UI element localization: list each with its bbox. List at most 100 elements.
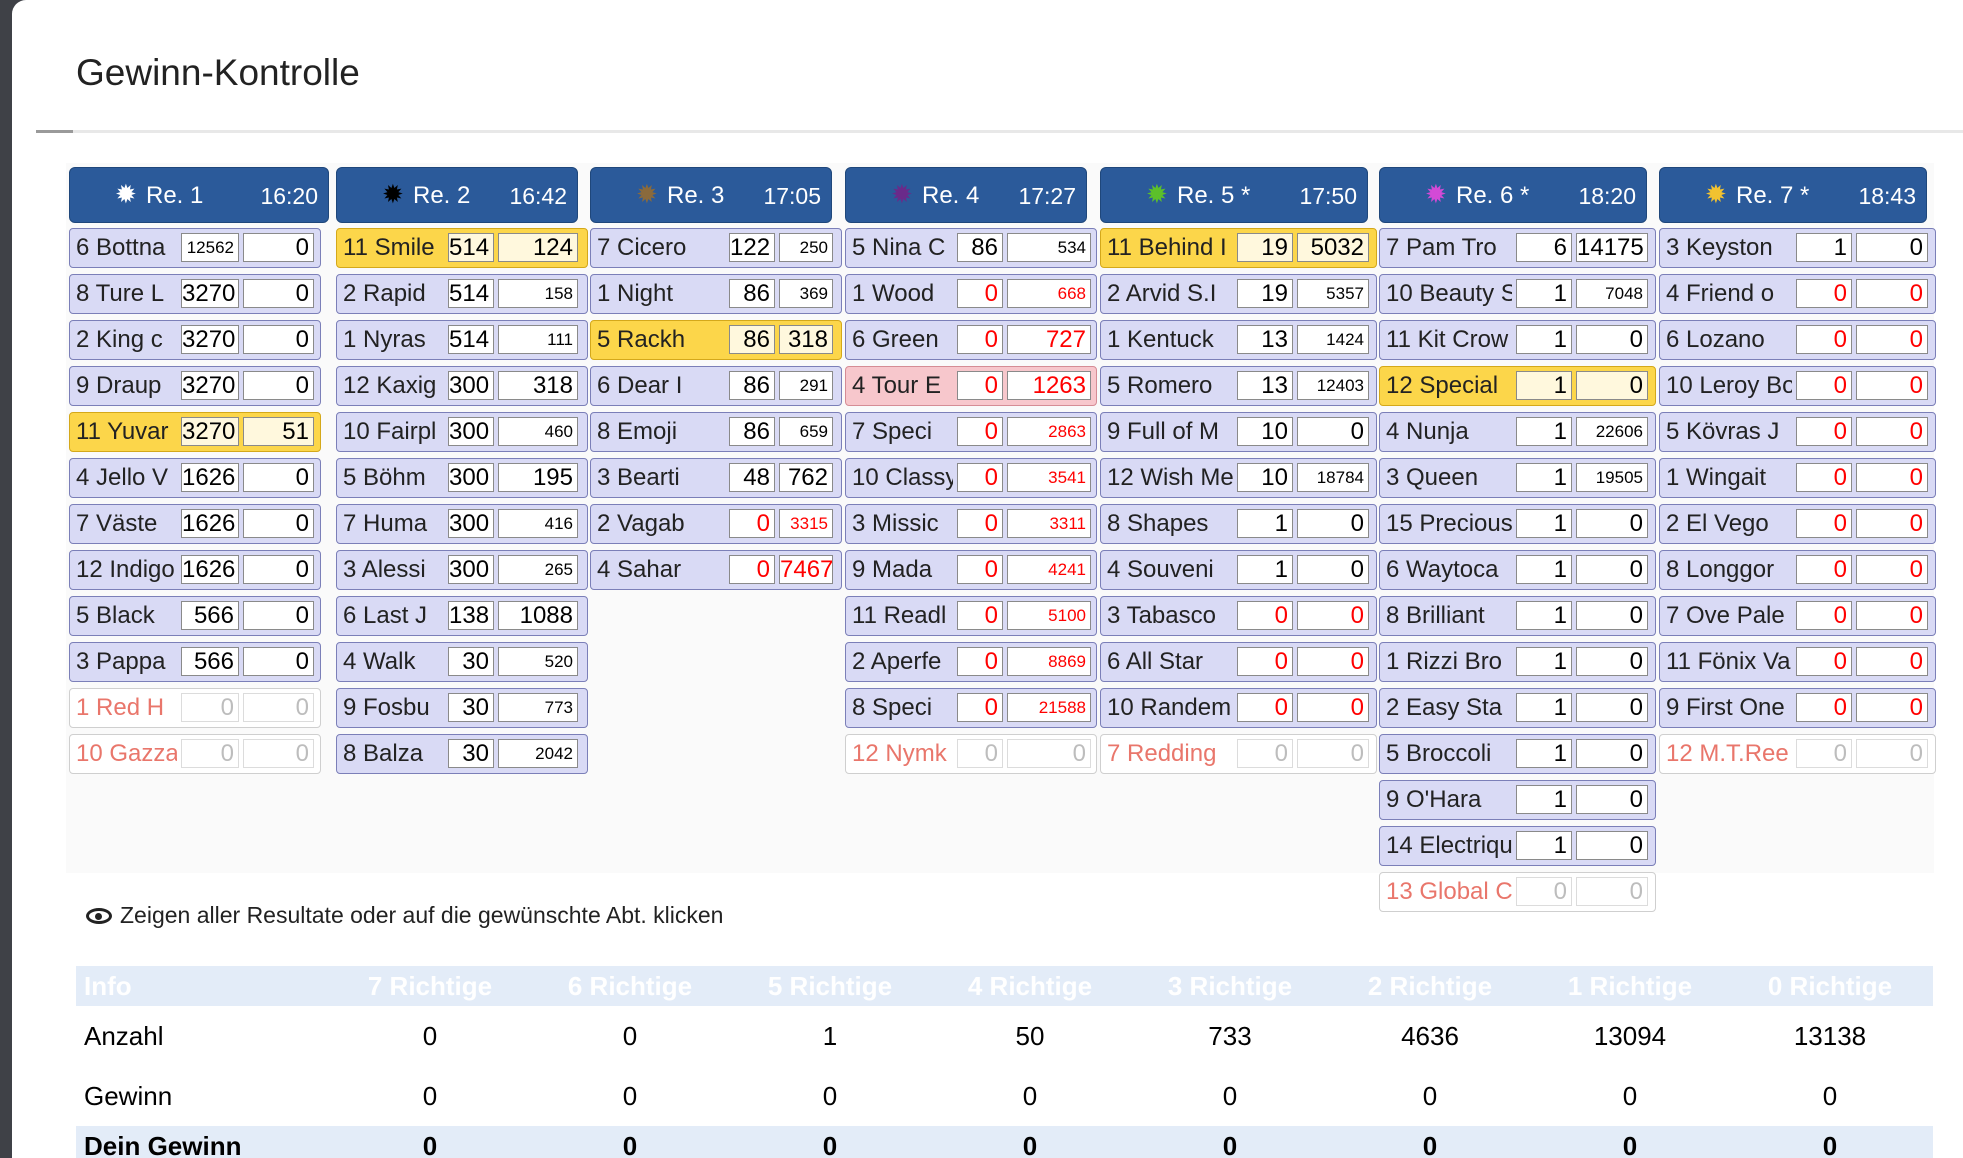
- horse-row[interactable]: 10 Fairpl 300 460: [336, 412, 588, 452]
- horse-row[interactable]: 3 Missic 0 3311: [845, 504, 1097, 544]
- race-header-7[interactable]: ✹ Re. 7 * 18:43: [1659, 167, 1927, 223]
- race-header-1[interactable]: ✹ Re. 1 16:20: [69, 167, 329, 223]
- horse-value-1: 0: [957, 371, 1003, 400]
- horse-row[interactable]: 5 Nina C 86 534: [845, 228, 1097, 268]
- horse-row[interactable]: 10 Leroy Bo 0 0: [1659, 366, 1936, 406]
- horse-row[interactable]: 1 Wingait 0 0: [1659, 458, 1936, 498]
- horse-row[interactable]: 12 Special 1 0: [1379, 366, 1656, 406]
- horse-value-2: 0: [1576, 509, 1648, 538]
- race-header-6[interactable]: ✹ Re. 6 * 18:20: [1379, 167, 1647, 223]
- horse-row[interactable]: 4 Sahar 0 7467: [590, 550, 842, 590]
- horse-row[interactable]: 1 Nyras 514 111: [336, 320, 588, 360]
- horse-name: 4 Sahar: [597, 556, 682, 583]
- horse-row[interactable]: 4 Souveni 1 0: [1100, 550, 1377, 590]
- horse-row[interactable]: 5 Broccoli 1 0: [1379, 734, 1656, 774]
- horse-row[interactable]: 4 Walk 30 520: [336, 642, 588, 682]
- horse-row[interactable]: 10 Gazza 0 0: [69, 734, 321, 774]
- horse-value-1: 1: [1516, 509, 1572, 538]
- horse-row[interactable]: 10 Randem 0 0: [1100, 688, 1377, 728]
- horse-row[interactable]: 2 Rapid 514 158: [336, 274, 588, 314]
- horse-row[interactable]: 6 Bottna 12562 0: [69, 228, 321, 268]
- horse-row[interactable]: 8 Brilliant 1 0: [1379, 596, 1656, 636]
- horse-row[interactable]: 3 Alessi 300 265: [336, 550, 588, 590]
- horse-row[interactable]: 6 Dear I 86 291: [590, 366, 842, 406]
- horse-row[interactable]: 9 First One 0 0: [1659, 688, 1936, 728]
- horse-row[interactable]: 1 Night 86 369: [590, 274, 842, 314]
- race-header-4[interactable]: ✹ Re. 4 17:27: [845, 167, 1087, 223]
- horse-row[interactable]: 4 Jello V 1626 0: [69, 458, 321, 498]
- horse-row[interactable]: 5 Kövras J 00: [1659, 412, 1936, 452]
- horse-row[interactable]: 8 Speci 0 21588: [845, 688, 1097, 728]
- race-name: Re. 7 *: [1736, 182, 1810, 209]
- horse-row[interactable]: 6 Last J 138 1088: [336, 596, 588, 636]
- horse-row[interactable]: 7 Huma 300 416: [336, 504, 588, 544]
- horse-row[interactable]: 1 Rizzi Bro 1 0: [1379, 642, 1656, 682]
- horse-row[interactable]: 12 Wish Me 10 18784: [1100, 458, 1377, 498]
- horse-row[interactable]: 9 Fosbu 30 773: [336, 688, 588, 728]
- horse-row[interactable]: 1 Wood 0 668: [845, 274, 1097, 314]
- horse-row[interactable]: 2 Easy Sta 1 0: [1379, 688, 1656, 728]
- show-all-results-link[interactable]: Zeigen aller Resultate oder auf die gewü…: [86, 902, 723, 929]
- horse-row[interactable]: 8 Shapes 1 0: [1100, 504, 1377, 544]
- horse-name: 6 All Star: [1107, 648, 1204, 675]
- horse-row[interactable]: 6 Green 0 727: [845, 320, 1097, 360]
- horse-row[interactable]: 12 Nymk 0 0: [845, 734, 1097, 774]
- horse-row[interactable]: 8 Longgor 0 0: [1659, 550, 1936, 590]
- race-header-5[interactable]: ✹ Re. 5 * 17:50: [1100, 167, 1368, 223]
- horse-row[interactable]: 5 Black 566 0: [69, 596, 321, 636]
- horse-row[interactable]: 12 M.T.Ree 0 0: [1659, 734, 1936, 774]
- horse-value-1: 1: [1516, 831, 1572, 860]
- horse-row[interactable]: 9 Full of M 10 0: [1100, 412, 1377, 452]
- horse-row[interactable]: 11 Kit Crow 1 0: [1379, 320, 1656, 360]
- horse-row[interactable]: 7 Speci 0 2863: [845, 412, 1097, 452]
- horse-row[interactable]: 9 Draup 3270 0: [69, 366, 321, 406]
- horse-row[interactable]: 6 All Star 0 0: [1100, 642, 1377, 682]
- horse-row[interactable]: 7 Redding 0 0: [1100, 734, 1377, 774]
- horse-row[interactable]: 4 Nunja 1 22606: [1379, 412, 1656, 452]
- horse-row[interactable]: 10 Classy 0 3541: [845, 458, 1097, 498]
- horse-row[interactable]: 12 Kaxig 300 318: [336, 366, 588, 406]
- horse-row[interactable]: 2 Arvid S.I 19 5357: [1100, 274, 1377, 314]
- horse-row[interactable]: 8 Ture L 3270 0: [69, 274, 321, 314]
- horse-row[interactable]: 11 Readl 0 5100: [845, 596, 1097, 636]
- horse-row[interactable]: 3 Pappa 566 0: [69, 642, 321, 682]
- horse-row[interactable]: 9 Mada 0 4241: [845, 550, 1097, 590]
- horse-row[interactable]: 2 Vagab 0 3315: [590, 504, 842, 544]
- horse-row[interactable]: 4 Tour E 0 1263: [845, 366, 1097, 406]
- horse-row[interactable]: 1 Red H 00: [69, 688, 321, 728]
- horse-row[interactable]: 7 Cicero 122 250: [590, 228, 842, 268]
- horse-row[interactable]: 3 Bearti 48 762: [590, 458, 842, 498]
- race-header-2[interactable]: ✹ Re. 2 16:42: [336, 167, 578, 223]
- horse-row[interactable]: 2 El Vego 0 0: [1659, 504, 1936, 544]
- horse-row[interactable]: 1 Kentuck 13 1424: [1100, 320, 1377, 360]
- horse-row[interactable]: 6 Waytoca 1 0: [1379, 550, 1656, 590]
- horse-row[interactable]: 11 Yuvar 3270 51: [69, 412, 321, 452]
- horse-row[interactable]: 7 Ove Pale 0 0: [1659, 596, 1936, 636]
- horse-row[interactable]: 3 Keyston 1 0: [1659, 228, 1936, 268]
- horse-row[interactable]: 5 Romero 13 12403: [1100, 366, 1377, 406]
- horse-row[interactable]: 11 Smile 514 124: [336, 228, 588, 268]
- horse-row[interactable]: 13 Global C00: [1379, 872, 1656, 912]
- horse-row[interactable]: 15 Precious 1 0: [1379, 504, 1656, 544]
- horse-row[interactable]: 5 Böhm 300 195: [336, 458, 588, 498]
- horse-row[interactable]: 8 Emoji 86 659: [590, 412, 842, 452]
- horse-row[interactable]: 3 Tabasco 0 0: [1100, 596, 1377, 636]
- horse-row[interactable]: 14 Electriqu 1 0: [1379, 826, 1656, 866]
- horse-row[interactable]: 10 Beauty S 1 7048: [1379, 274, 1656, 314]
- horse-row[interactable]: 6 Lozano 0 0: [1659, 320, 1936, 360]
- horse-row[interactable]: 9 O'Hara 1 0: [1379, 780, 1656, 820]
- horse-name: 7 Huma: [343, 510, 428, 537]
- horse-row[interactable]: 2 Aperfe 0 8869: [845, 642, 1097, 682]
- horse-row[interactable]: 7 Väste 1626 0: [69, 504, 321, 544]
- horse-row[interactable]: 11 Fönix Va 0 0: [1659, 642, 1936, 682]
- horse-row[interactable]: 12 Indigo 1626 0: [69, 550, 321, 590]
- race-header-3[interactable]: ✹ Re. 3 17:05: [590, 167, 832, 223]
- horse-row[interactable]: 8 Balza 30 2042: [336, 734, 588, 774]
- horse-row[interactable]: 11 Behind I 19 5032: [1100, 228, 1377, 268]
- horse-row[interactable]: 2 King c 3270 0: [69, 320, 321, 360]
- horse-row[interactable]: 5 Rackh 86 318: [590, 320, 842, 360]
- horse-row[interactable]: 4 Friend o 00: [1659, 274, 1936, 314]
- horse-row[interactable]: 7 Pam Tro 6 14175: [1379, 228, 1656, 268]
- horse-name: 12 Nymk: [852, 740, 947, 767]
- horse-row[interactable]: 3 Queen 1 19505: [1379, 458, 1656, 498]
